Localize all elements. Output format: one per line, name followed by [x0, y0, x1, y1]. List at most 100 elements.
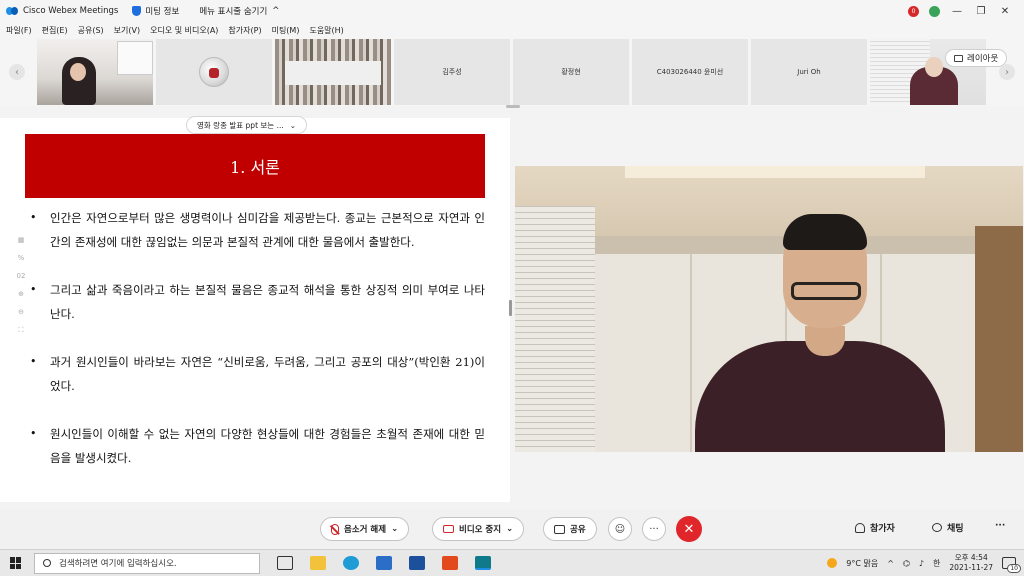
menu-view[interactable]: 보기(V)	[114, 25, 140, 36]
slide-title-banner: 1. 서론	[25, 134, 485, 198]
mail-icon[interactable]	[376, 556, 392, 570]
participant-tile[interactable]: 황정현	[513, 39, 629, 105]
layout-icon	[954, 54, 963, 62]
zoom-out-icon[interactable]: ⊖	[18, 308, 24, 316]
ime-indicator[interactable]: 한	[933, 558, 940, 569]
share-button[interactable]: 공유	[543, 517, 597, 541]
layout-button[interactable]: 레이아웃	[945, 49, 1008, 67]
menu-file[interactable]: 파일(F)	[6, 25, 32, 36]
chat-panel-button[interactable]: 채팅	[932, 521, 964, 534]
edge-browser-icon[interactable]	[343, 556, 359, 570]
menu-help[interactable]: 도움말(H)	[309, 25, 343, 36]
windows-start-icon[interactable]	[10, 557, 22, 569]
camera-icon	[443, 525, 454, 533]
chat-label: 채팅	[947, 524, 964, 534]
clock-time: 오후 4:54	[954, 553, 988, 562]
split-resize-handle[interactable]	[509, 300, 512, 316]
clock-date: 2021-11-27	[949, 563, 993, 572]
percent-icon[interactable]: %	[18, 254, 25, 262]
notification-count: 10	[1007, 564, 1021, 573]
network-icon[interactable]: ⌬	[903, 559, 910, 568]
fit-icon[interactable]: ⛶	[19, 326, 24, 335]
participant-tile[interactable]	[156, 39, 272, 105]
share-label: 공유	[570, 525, 586, 535]
slide-title: 1. 서론	[230, 158, 280, 177]
participant-tile[interactable]: C403026440 윤미선	[632, 39, 748, 105]
participants-panel-button[interactable]: 참가자	[855, 521, 895, 534]
participants-icon	[855, 522, 865, 533]
avatar	[199, 57, 229, 87]
chevron-down-icon[interactable]: ⌄	[506, 524, 513, 534]
menu-share[interactable]: 공유(S)	[78, 25, 104, 36]
participant-name: Juri Oh	[797, 68, 821, 76]
active-speaker-video[interactable]	[515, 166, 1023, 452]
unmute-button[interactable]: 음소거 해제 ⌄	[320, 517, 410, 541]
taskbar-clock[interactable]: 오후 4:54 2021-11-27	[949, 553, 993, 573]
task-view-icon[interactable]	[277, 556, 293, 570]
slide-bullet: 인간은 자연으로부터 많은 생명력이나 심미감을 제공받는다. 종교는 근본적으…	[30, 206, 485, 254]
menu-edit[interactable]: 편집(E)	[42, 25, 68, 36]
strip-next-button[interactable]: ›	[999, 64, 1015, 80]
slide-bullet: 원시인들이 이해할 수 없는 자연의 다양한 현상들에 대한 경험들은 초월적 …	[30, 422, 485, 470]
slide-side-tools: ▦ % 02 ⊕ ⊖ ⛶	[12, 236, 30, 335]
participant-tile[interactable]: 김주성	[394, 39, 510, 105]
strip-prev-button[interactable]: ‹	[9, 64, 25, 80]
taskbar-search-input[interactable]: 검색하려면 여기에 입력하십시오.	[34, 552, 260, 574]
file-explorer-icon[interactable]	[310, 556, 326, 570]
menu-audio-video[interactable]: 오디오 및 비디오(A)	[150, 25, 218, 36]
stop-video-button[interactable]: 비디오 중지 ⌄	[432, 517, 525, 541]
share-screen-icon	[554, 524, 565, 534]
network-stats-icon[interactable]	[929, 5, 940, 17]
search-icon	[43, 559, 51, 567]
hide-menu-label: 메뉴 표시줄 숨기기	[199, 7, 268, 17]
chat-icon	[932, 523, 942, 532]
unmute-label: 음소거 해제	[344, 525, 387, 535]
windows-taskbar: 검색하려면 여기에 입력하십시오. 9°C 맑음 ^ ⌬ ♪ 한 오후 4:54…	[0, 549, 1024, 576]
office-icon[interactable]	[442, 556, 458, 570]
minimize-button[interactable]: —	[950, 6, 964, 17]
chevron-up-icon: ^	[272, 6, 280, 16]
hide-menu-button[interactable]: 메뉴 표시줄 숨기기 ^	[199, 5, 279, 17]
chevron-up-icon[interactable]: ^	[887, 559, 894, 568]
shared-content-title: 영화 랑종 발표 ppt 보는 ...	[197, 120, 284, 130]
notification-center-icon[interactable]: 10	[1002, 557, 1021, 573]
recording-badge[interactable]: 0	[908, 5, 919, 17]
chevron-down-icon: ⌄	[289, 120, 297, 130]
panel-more-button[interactable]: ···	[995, 521, 1005, 531]
restore-button[interactable]: ❐	[974, 6, 988, 17]
meeting-info-button[interactable]: 미팅 정보	[132, 5, 179, 17]
meeting-info-label: 미팅 정보	[145, 7, 180, 17]
app-title: Cisco Webex Meetings	[23, 6, 119, 16]
participant-strip: ‹ 김주성 황정현 C403026440 윤미선 Juri Oh 레이아웃 ›	[0, 38, 1024, 106]
shared-content-tab[interactable]: 영화 랑종 발표 ppt 보는 ... ⌄	[186, 116, 308, 134]
strip-resize-handle[interactable]	[506, 105, 520, 108]
participant-name: 김주성	[442, 68, 462, 76]
volume-icon[interactable]: ♪	[919, 559, 924, 568]
reactions-button[interactable]: ☺	[608, 517, 632, 541]
participant-name: 황정현	[561, 68, 581, 76]
slide-bullet: 과거 원시인들이 바라보는 자연은 “신비로움, 두려움, 그리고 공포의 대상…	[30, 350, 485, 398]
system-tray: 9°C 맑음 ^ ⌬ ♪ 한 오후 4:54 2021-11-27 10	[827, 553, 1021, 573]
thumbnails-icon[interactable]: ▦	[18, 236, 25, 244]
layout-label: 레이아웃	[967, 54, 999, 64]
participant-tile[interactable]: Juri Oh	[751, 39, 867, 105]
zoom-in-icon[interactable]: ⊕	[18, 290, 24, 298]
chevron-down-icon[interactable]: ⌄	[391, 524, 398, 534]
close-window-button[interactable]: ✕	[998, 6, 1012, 17]
meeting-controls: 음소거 해제 ⌄ 비디오 중지 ⌄ 공유 ☺ ··· ✕ 참가자 채팅 ···	[0, 509, 1024, 549]
participant-name: C403026440 윤미선	[656, 68, 724, 76]
webex-taskbar-icon[interactable]	[475, 556, 491, 570]
menu-participants[interactable]: 참가자(P)	[228, 25, 261, 36]
leave-meeting-button[interactable]: ✕	[676, 516, 702, 542]
participant-tile[interactable]	[37, 39, 153, 105]
store-icon[interactable]	[409, 556, 425, 570]
shared-screen: 1. 서론 ▦ % 02 ⊕ ⊖ ⛶ 인간은 자연으로부터 많은 생명력이나 심…	[0, 118, 510, 502]
weather-label[interactable]: 9°C 맑음	[846, 558, 878, 569]
menu-meeting[interactable]: 미팅(M)	[272, 25, 300, 36]
microphone-muted-icon	[331, 523, 339, 535]
slide-bullet: 그리고 삶과 죽음이라고 하는 본질적 물음은 종교적 해석을 통한 상징적 의…	[30, 278, 485, 326]
more-options-button[interactable]: ···	[642, 517, 666, 541]
stop-video-label: 비디오 중지	[459, 525, 502, 535]
participant-tile[interactable]	[275, 39, 391, 105]
menu-bar: 파일(F) 편집(E) 공유(S) 보기(V) 오디오 및 비디오(A) 참가자…	[0, 22, 1024, 38]
